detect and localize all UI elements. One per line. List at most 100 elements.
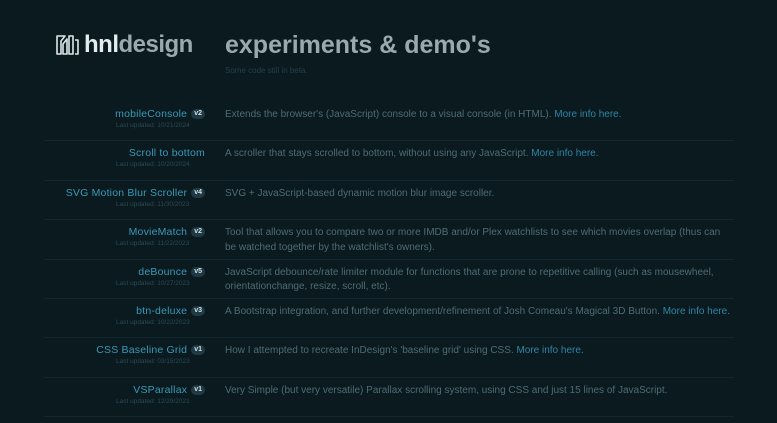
last-updated-date: 10/20/2024: [157, 161, 190, 169]
project-description: A scroller that stays scrolled to bottom…: [225, 147, 730, 162]
project-row: CSS Baseline Grid v1 Last updated: 03/15/2…: [44, 338, 734, 378]
project-name-link[interactable]: CSS Baseline Grid: [96, 344, 187, 356]
project-description: Extends the browser's (JavaScript) conso…: [225, 108, 730, 123]
last-updated-wrap: Last updated: 10/22/2023: [44, 317, 205, 326]
project-row: Scroll to bottom Last updated: 10/20/2024…: [44, 141, 734, 181]
project-row: deBounce v5 Last updated: 10/27/2023 JavaSc…: [44, 260, 734, 299]
hnl-logo-icon: [56, 35, 79, 55]
project-name-line: SVG Motion Blur Scroller v4: [44, 187, 205, 199]
version-badge: v2: [191, 227, 205, 238]
project-meta: MovieMatch v2 Last updated: 11/22/2023: [44, 226, 205, 247]
last-updated: Last updated: 11/30/2023: [116, 201, 204, 208]
project-name-link[interactable]: VSParallax: [133, 384, 187, 396]
version-badge: v1: [191, 384, 205, 395]
version-badge: v1: [191, 345, 205, 356]
last-updated-date: 12/29/2021: [157, 397, 190, 405]
last-updated-label: Last updated:: [116, 161, 158, 169]
project-row: btn-deluxe v3 Last updated: 10/22/2023 A Bo…: [44, 299, 734, 339]
project-name-line: MovieMatch v2: [44, 226, 205, 238]
project-description-text: A Bootstrap integration, and further dev…: [225, 305, 660, 317]
project-name-line: deBounce v5: [44, 266, 205, 278]
project-description-text: Very Simple (but very versatile) Paralla…: [225, 384, 668, 396]
last-updated-date: 03/15/2023: [157, 358, 190, 366]
page: hnldesign experiments & demo's Some code…: [0, 0, 777, 423]
more-info-link[interactable]: More info here.: [531, 148, 598, 159]
header: hnldesign experiments & demo's Some code…: [0, 28, 777, 88]
project-description-text: Extends the browser's (JavaScript) conso…: [225, 109, 552, 120]
project-name-link[interactable]: MovieMatch: [129, 226, 188, 238]
more-info-link[interactable]: More info here.: [663, 306, 730, 317]
last-updated: Last updated: 03/15/2023: [116, 358, 204, 365]
logo[interactable]: hnldesign: [54, 32, 193, 58]
last-updated-date: 11/22/2023: [157, 240, 190, 248]
project-meta: VSParallax v1 Last updated: 12/29/2021: [44, 384, 205, 405]
project-row: mobileConsole v2 Last updated: 10/21/2024 E…: [44, 102, 734, 142]
project-description: SVG + JavaScript-based dynamic motion bl…: [225, 187, 730, 202]
project-description: How I attempted to recreate InDesign's '…: [225, 344, 730, 359]
project-description: Very Simple (but very versatile) Paralla…: [225, 384, 730, 399]
version-badge: v4: [191, 187, 205, 198]
project-meta: deBounce v5 Last updated: 10/27/2023: [44, 266, 205, 287]
last-updated-date: 10/27/2023: [157, 279, 190, 287]
more-info-link[interactable]: More info here.: [516, 345, 583, 356]
last-updated-wrap: Last updated: 12/29/2021: [44, 396, 205, 405]
project-description: A Bootstrap integration, and further dev…: [225, 305, 730, 320]
last-updated-label: Last updated:: [116, 397, 158, 405]
project-name-link[interactable]: deBounce: [138, 266, 187, 278]
logo-design: design: [118, 31, 194, 58]
project-name-link[interactable]: btn-deluxe: [136, 305, 187, 317]
last-updated-date: 11/30/2023: [157, 200, 190, 208]
last-updated-date: 10/22/2023: [157, 318, 190, 326]
last-updated-wrap: Last updated: 10/27/2023: [44, 278, 205, 287]
project-name-line: mobileConsole v2: [44, 108, 205, 120]
more-info-link[interactable]: More info here.: [554, 109, 621, 120]
project-meta: mobileConsole v2 Last updated: 10/21/2024: [44, 108, 205, 129]
last-updated-wrap: Last updated: 03/15/2023: [44, 356, 205, 365]
project-meta: Scroll to bottom Last updated: 10/20/2024: [44, 147, 205, 168]
last-updated: Last updated: 10/22/2023: [116, 319, 204, 326]
version-badge: v3: [191, 305, 205, 316]
last-updated-wrap: Last updated: 11/22/2023: [44, 238, 205, 247]
version-badge: v2: [191, 109, 205, 119]
project-meta: SVG Motion Blur Scroller v4 Last updated: …: [44, 187, 205, 208]
last-updated-wrap: Last updated: 10/21/2024: [44, 120, 205, 129]
last-updated: Last updated: 10/20/2024: [116, 161, 204, 168]
last-updated-label: Last updated:: [116, 358, 158, 366]
last-updated: Last updated: 10/21/2024: [116, 122, 204, 129]
page-title: experiments & demo's: [225, 31, 491, 59]
project-name-line: btn-deluxe v3: [44, 305, 205, 317]
project-description-text: How I attempted to recreate InDesign's '…: [225, 345, 514, 357]
project-description-text: SVG + JavaScript-based dynamic motion bl…: [225, 187, 495, 199]
last-updated-label: Last updated:: [116, 122, 158, 129]
project-description-text: JavaScript debounce/rate limiter module …: [225, 266, 714, 293]
project-name-line: CSS Baseline Grid v1: [44, 344, 205, 356]
project-name-link[interactable]: SVG Motion Blur Scroller: [66, 187, 188, 199]
version-badge: v5: [191, 266, 205, 277]
last-updated-label: Last updated:: [116, 318, 158, 326]
project-name-line: VSParallax v1: [44, 384, 205, 396]
project-description-text: Tool that allows you to compare two or m…: [225, 227, 721, 253]
last-updated: Last updated: 10/27/2023: [116, 280, 204, 287]
logo-hnl: hnl: [84, 31, 119, 58]
last-updated-label: Last updated:: [116, 279, 158, 287]
last-updated: Last updated: 11/22/2023: [116, 240, 204, 247]
last-updated-date: 10/21/2024: [157, 122, 190, 129]
project-name-link[interactable]: mobileConsole: [115, 108, 187, 120]
project-description: Tool that allows you to compare two or m…: [225, 226, 730, 255]
project-name-link[interactable]: Scroll to bottom: [129, 147, 205, 159]
project-row: MovieMatch v2 Last updated: 11/22/2023 Tool…: [44, 220, 734, 260]
project-description: JavaScript debounce/rate limiter module …: [225, 266, 730, 295]
last-updated-label: Last updated:: [116, 200, 158, 208]
project-row: SVG Motion Blur Scroller v4 Last updated: …: [44, 181, 734, 221]
project-meta: btn-deluxe v3 Last updated: 10/22/2023: [44, 305, 205, 326]
project-list: mobileConsole v2 Last updated: 10/21/2024 E…: [44, 102, 734, 418]
project-name-line: Scroll to bottom: [44, 147, 205, 159]
logo-text: hnldesign: [84, 32, 193, 58]
project-description-text: A scroller that stays scrolled to bottom…: [225, 148, 529, 160]
last-updated: Last updated: 12/29/2021: [116, 398, 204, 405]
last-updated-wrap: Last updated: 11/30/2023: [44, 199, 205, 208]
page-subtitle: Some code still in beta.: [225, 66, 308, 75]
project-meta: CSS Baseline Grid v1 Last updated: 03/15/2…: [44, 344, 205, 365]
project-row: VSParallax v1 Last updated: 12/29/2021 Very…: [44, 378, 734, 418]
last-updated-label: Last updated:: [116, 240, 158, 248]
